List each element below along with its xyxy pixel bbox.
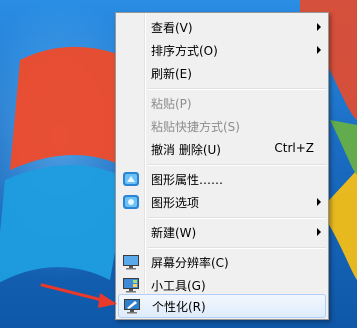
- menu-separator: [148, 247, 326, 249]
- gadgets-icon: [123, 278, 139, 293]
- graphics-properties-icon: [123, 172, 139, 186]
- menu-item-view-label: 查看(V): [151, 21, 193, 35]
- menu-separator: [148, 88, 326, 90]
- menu-item-graphics-properties[interactable]: 图形属性……: [118, 168, 326, 190]
- screen-resolution-icon: [123, 255, 139, 270]
- personalize-icon: [124, 299, 140, 314]
- menu-item-graphics-options-label: 图形选项: [151, 196, 200, 210]
- menu-item-paste-shortcut-label: 粘贴快捷方式(S): [151, 120, 240, 134]
- menu-item-refresh[interactable]: 刷新(E): [118, 62, 326, 84]
- menu-item-gadgets-label: 小工具(G): [151, 279, 206, 293]
- menu-item-undo-delete[interactable]: 撤消 删除(U) Ctrl+Z: [118, 138, 326, 160]
- menu-item-new[interactable]: 新建(W): [118, 221, 326, 243]
- menu-item-paste-label: 粘贴(P): [151, 97, 192, 111]
- submenu-arrow-icon: [317, 23, 321, 31]
- menu-separator: [148, 217, 326, 219]
- desktop-context-menu: 查看(V) 排序方式(O) 刷新(E) 粘贴(P) 粘贴快捷方式(S) 撤消 删…: [115, 12, 329, 320]
- menu-item-paste: 粘贴(P): [118, 92, 326, 114]
- menu-item-paste-shortcut: 粘贴快捷方式(S): [118, 115, 326, 137]
- menu-item-new-label: 新建(W): [151, 226, 197, 240]
- menu-item-personalize[interactable]: 个性化(R): [118, 294, 326, 318]
- menu-item-sort-by-label: 排序方式(O): [151, 44, 218, 58]
- menu-item-personalize-label: 个性化(R): [152, 300, 206, 314]
- menu-separator: [148, 164, 326, 166]
- submenu-arrow-icon: [317, 228, 321, 236]
- menu-item-screen-resolution-label: 屏幕分辨率(C): [151, 256, 229, 270]
- menu-item-graphics-properties-label: 图形属性……: [151, 173, 224, 187]
- menu-item-gadgets[interactable]: 小工具(G): [118, 274, 326, 296]
- menu-item-undo-delete-label: 撤消 删除(U): [151, 143, 221, 157]
- graphics-options-icon: [123, 195, 139, 209]
- submenu-arrow-icon: [317, 198, 321, 206]
- menu-item-refresh-label: 刷新(E): [151, 67, 192, 81]
- menu-item-view[interactable]: 查看(V): [118, 16, 326, 38]
- menu-item-sort-by[interactable]: 排序方式(O): [118, 39, 326, 61]
- menu-item-undo-shortcut: Ctrl+Z: [274, 141, 314, 155]
- menu-item-graphics-options[interactable]: 图形选项: [118, 191, 326, 213]
- submenu-arrow-icon: [317, 46, 321, 54]
- menu-item-screen-resolution[interactable]: 屏幕分辨率(C): [118, 251, 326, 273]
